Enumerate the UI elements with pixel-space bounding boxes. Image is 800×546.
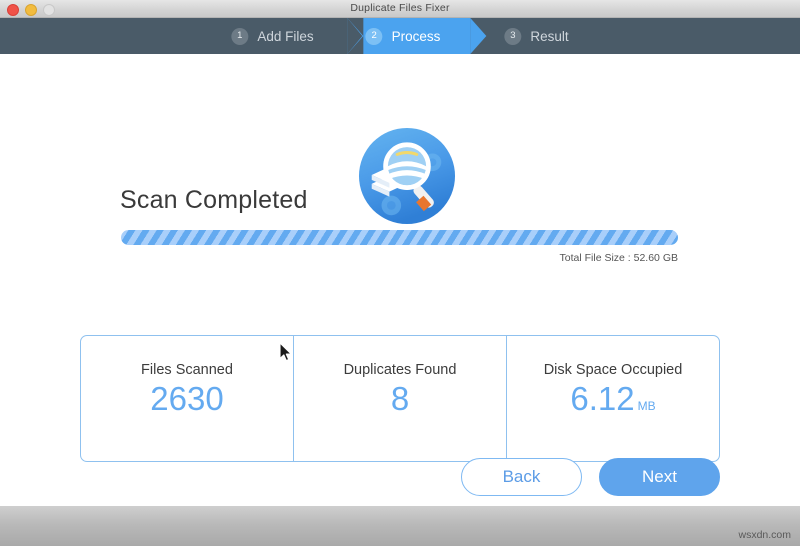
- watermark-label: wsxdn.com: [738, 529, 791, 541]
- window-titlebar: Duplicate Files Fixer: [0, 0, 800, 18]
- main-content: Scan Completed Total File Size : 52.60 G…: [0, 54, 800, 506]
- app-window: Duplicate Files Fixer 1 Add Files 2 Proc…: [0, 0, 800, 506]
- wizard-step-result[interactable]: 3 Result: [470, 18, 588, 54]
- step-number-2: 2: [366, 28, 383, 45]
- wizard-step-add-files[interactable]: 1 Add Files: [211, 18, 347, 54]
- magnifier-over-files-icon: [358, 127, 456, 225]
- step-number-3: 3: [504, 28, 521, 45]
- scan-progress-bar: [121, 230, 678, 245]
- stat-card-disk-space-occupied: Disk Space Occupied 6.12 MB: [506, 336, 719, 461]
- window-title: Duplicate Files Fixer: [350, 3, 449, 14]
- step-label-add-files: Add Files: [257, 29, 313, 44]
- stat-number-duplicates-found: 8: [391, 380, 409, 418]
- close-window-button[interactable]: [7, 4, 19, 16]
- minimize-window-button[interactable]: [25, 4, 37, 16]
- stat-unit-disk-space-occupied: MB: [638, 400, 656, 414]
- wizard-button-row: Back Next: [461, 458, 720, 496]
- stat-value-disk-space-occupied: 6.12 MB: [570, 380, 655, 418]
- next-button[interactable]: Next: [599, 458, 720, 496]
- stat-card-duplicates-found: Duplicates Found 8: [293, 336, 506, 461]
- stat-card-files-scanned: Files Scanned 2630: [81, 336, 293, 461]
- window-controls: [7, 4, 55, 16]
- stat-value-duplicates-found: 8: [391, 380, 409, 418]
- step-label-result: Result: [530, 29, 568, 44]
- wizard-step-header: 1 Add Files 2 Process 3 Result: [0, 18, 800, 54]
- stat-value-files-scanned: 2630: [150, 380, 223, 418]
- wizard-steps: 1 Add Files 2 Process 3 Result: [211, 18, 588, 54]
- scan-progress-fill: [121, 230, 678, 245]
- back-button[interactable]: Back: [461, 458, 582, 496]
- desktop-footer-strip: wsxdn.com: [0, 506, 800, 546]
- total-file-size-label: Total File Size : 52.60 GB: [560, 252, 678, 264]
- stat-number-disk-space-occupied: 6.12: [570, 380, 634, 418]
- scan-stats-panel: Files Scanned 2630 Duplicates Found 8 Di…: [80, 335, 720, 462]
- stat-label-duplicates-found: Duplicates Found: [344, 362, 457, 378]
- stat-label-disk-space-occupied: Disk Space Occupied: [544, 362, 683, 378]
- zoom-window-button: [43, 4, 55, 16]
- wizard-step-process[interactable]: 2 Process: [348, 18, 471, 54]
- scan-status-headline: Scan Completed: [120, 186, 308, 215]
- stat-label-files-scanned: Files Scanned: [141, 362, 233, 378]
- step-label-process: Process: [392, 29, 441, 44]
- stat-number-files-scanned: 2630: [150, 380, 223, 418]
- step-number-1: 1: [231, 28, 248, 45]
